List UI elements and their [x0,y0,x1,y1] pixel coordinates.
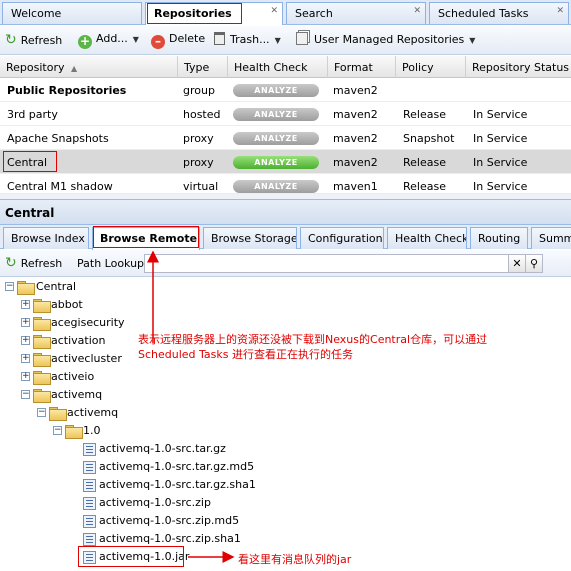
annotation-arrows [147,250,235,563]
annotation-note-remote-line1: 表示远程服务器上的资源还没被下载到Nexus的Central仓库，可以通过 [138,333,488,346]
annotation-note-jar: 看这里有消息队列的jar [238,553,352,566]
annotation-note-remote-line2: Scheduled Tasks 进行查看正在执行的任务 [138,348,353,361]
